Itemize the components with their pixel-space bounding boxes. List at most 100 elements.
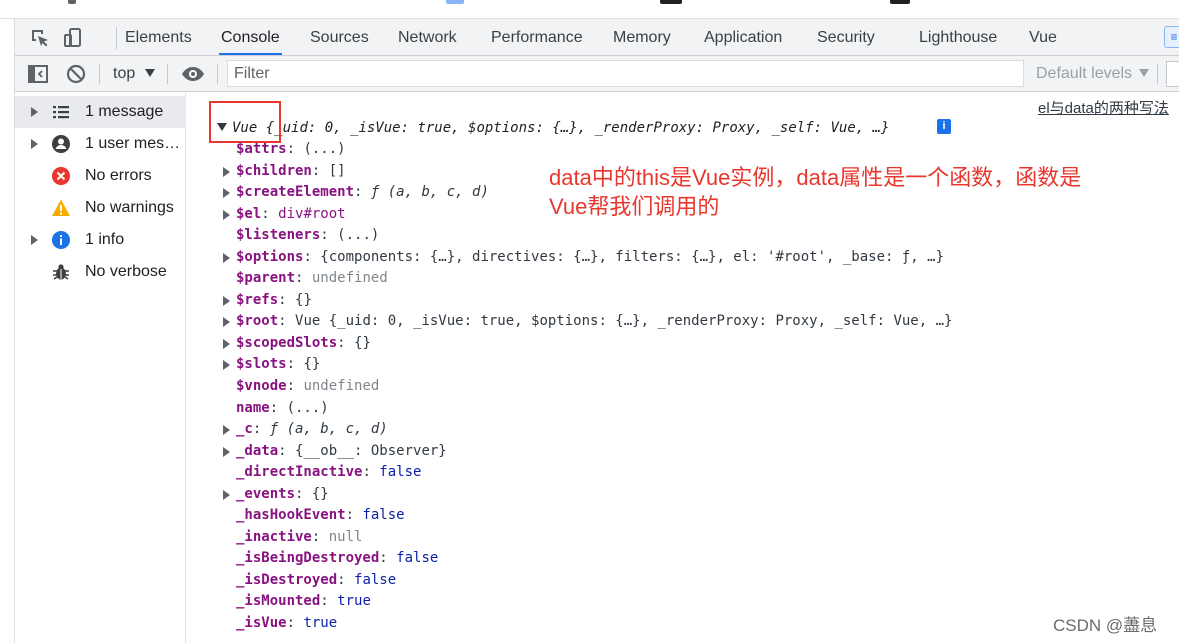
tab-application[interactable]: Application bbox=[702, 19, 784, 55]
annotation-line: data中的this是Vue实例，data属性是一个函数，函数是 bbox=[549, 165, 1082, 190]
property-row[interactable]: $listeners: (...) bbox=[236, 225, 379, 246]
tab-elements[interactable]: Elements bbox=[123, 19, 194, 55]
property-row[interactable]: _hasHookEvent: false bbox=[236, 505, 405, 526]
expand-arrow-icon[interactable] bbox=[223, 296, 230, 306]
highlight-box bbox=[209, 101, 281, 143]
toolbar-divider bbox=[217, 64, 218, 84]
sidebar-item-messages[interactable]: 1 message bbox=[15, 96, 186, 128]
property-row[interactable]: _isBeingDestroyed: false bbox=[236, 548, 438, 569]
sidebar-item-label: 1 info bbox=[85, 231, 125, 248]
sidebar-item-warnings[interactable]: No warnings bbox=[15, 192, 186, 224]
issues-badge-icon[interactable]: ≡ bbox=[1164, 26, 1179, 48]
expand-arrow-icon[interactable] bbox=[223, 360, 230, 370]
sidebar-item-label: 1 message bbox=[85, 103, 164, 120]
live-expression-eye-icon[interactable] bbox=[181, 63, 205, 85]
sidebar-item-user-messages[interactable]: 1 user mess... bbox=[15, 128, 186, 160]
property-row[interactable]: $refs: {} bbox=[223, 290, 312, 311]
bug-icon bbox=[53, 264, 69, 280]
log-levels-dropdown[interactable]: Default levels bbox=[1036, 56, 1132, 92]
property-row[interactable]: $slots: {} bbox=[223, 354, 320, 375]
cut-off-icon bbox=[890, 0, 910, 4]
chevron-down-icon[interactable] bbox=[145, 69, 155, 77]
property-row[interactable]: $el: div#root bbox=[223, 204, 346, 225]
property-row[interactable]: $options: {components: {…}, directives: … bbox=[223, 247, 944, 268]
expand-arrow-icon[interactable] bbox=[223, 425, 230, 435]
annotation-text: data中的this是Vue实例，data属性是一个函数，函数是 Vue帮我们调… bbox=[549, 163, 1149, 221]
expand-arrow-icon[interactable] bbox=[223, 490, 230, 500]
expand-arrow-icon[interactable] bbox=[223, 253, 230, 263]
annotation-line: Vue帮我们调用的 bbox=[549, 194, 720, 219]
filter-input[interactable] bbox=[227, 60, 1024, 87]
warning-icon bbox=[52, 199, 70, 216]
expand-arrow-icon[interactable] bbox=[223, 317, 230, 327]
sidebar-item-label: 1 user mess... bbox=[85, 135, 183, 152]
source-link[interactable]: el与data的两种写法 bbox=[1038, 97, 1169, 118]
property-row[interactable]: name: (...) bbox=[236, 398, 329, 419]
console-output: el与data的两种写法 Vue {_uid: 0, _isVue: true,… bbox=[187, 93, 1179, 643]
list-icon bbox=[53, 106, 69, 119]
property-row[interactable]: $children: [] bbox=[223, 161, 346, 182]
toolbar-divider bbox=[167, 64, 168, 84]
tab-security[interactable]: Security bbox=[815, 19, 877, 55]
settings-button[interactable] bbox=[1166, 61, 1179, 87]
sidebar-toggle-icon[interactable] bbox=[27, 63, 49, 85]
property-row[interactable]: $attrs: (...) bbox=[236, 139, 346, 160]
expand-arrow-icon[interactable] bbox=[223, 447, 230, 457]
sidebar-item-verbose[interactable]: No verbose bbox=[15, 256, 186, 288]
sidebar-item-info[interactable]: 1 info bbox=[15, 224, 186, 256]
context-selector[interactable]: top bbox=[113, 56, 135, 92]
expand-arrow-icon[interactable] bbox=[223, 339, 230, 349]
expand-arrow-icon[interactable] bbox=[223, 167, 230, 177]
page-left-edge bbox=[0, 19, 15, 643]
property-row[interactable]: _c: ƒ (a, b, c, d) bbox=[223, 419, 388, 440]
tab-performance[interactable]: Performance bbox=[489, 19, 585, 55]
expand-arrow-icon[interactable] bbox=[223, 188, 230, 198]
error-icon bbox=[52, 167, 70, 185]
property-row[interactable]: _data: {__ob__: Observer} bbox=[223, 441, 447, 462]
property-row[interactable]: $parent: undefined bbox=[236, 268, 388, 289]
tab-lighthouse[interactable]: Lighthouse bbox=[917, 19, 999, 55]
console-toolbar: top Default levels bbox=[15, 56, 1179, 92]
property-row[interactable]: $root: Vue {_uid: 0, _isVue: true, $opti… bbox=[223, 311, 952, 332]
tab-vue[interactable]: Vue bbox=[1027, 19, 1059, 55]
chevron-down-icon[interactable] bbox=[1139, 69, 1149, 77]
property-row[interactable]: _events: {} bbox=[223, 484, 329, 505]
property-row[interactable]: $scopedSlots: {} bbox=[223, 333, 371, 354]
sidebar-item-label: No errors bbox=[85, 167, 152, 184]
sidebar-item-label: No verbose bbox=[85, 263, 167, 280]
tab-console[interactable]: Console bbox=[219, 19, 282, 55]
user-icon bbox=[52, 135, 70, 153]
sidebar-item-label: No warnings bbox=[85, 199, 174, 216]
expand-arrow-icon[interactable] bbox=[31, 139, 38, 149]
device-toolbar-icon[interactable] bbox=[63, 27, 85, 49]
inspect-element-icon[interactable] bbox=[29, 27, 51, 49]
object-header-vue[interactable]: Vue {_uid: 0, _isVue: true, $options: {…… bbox=[217, 120, 889, 136]
info-icon[interactable]: i bbox=[937, 119, 951, 134]
tab-network[interactable]: Network bbox=[396, 19, 459, 55]
browser-top-strip bbox=[0, 0, 1179, 19]
watermark: CSDN @藎息 bbox=[1053, 616, 1158, 635]
cut-off-icon bbox=[660, 0, 682, 4]
expand-arrow-icon[interactable] bbox=[31, 235, 38, 245]
tab-memory[interactable]: Memory bbox=[611, 19, 673, 55]
object-summary: {_uid: 0, _isVue: true, $options: {…}, _… bbox=[265, 120, 890, 136]
property-row[interactable]: $vnode: undefined bbox=[236, 376, 379, 397]
property-row[interactable]: $createElement: ƒ (a, b, c, d) bbox=[223, 182, 489, 203]
devtools-tab-bar: Elements Console Sources Network Perform… bbox=[15, 19, 1179, 56]
expand-arrow-icon[interactable] bbox=[223, 210, 230, 220]
sidebar-item-errors[interactable]: No errors bbox=[15, 160, 186, 192]
property-row[interactable]: _inactive: null bbox=[236, 527, 362, 548]
expand-arrow-icon[interactable] bbox=[31, 107, 38, 117]
property-row[interactable]: _isDestroyed: false bbox=[236, 570, 396, 591]
toolbar-divider bbox=[99, 64, 100, 84]
property-row[interactable]: _isVue: true bbox=[236, 613, 337, 634]
toolbar-divider bbox=[116, 27, 117, 49]
cut-off-icon bbox=[68, 0, 76, 4]
property-row[interactable]: _isMounted: true bbox=[236, 591, 371, 612]
clear-console-icon[interactable] bbox=[65, 63, 87, 85]
tab-sources[interactable]: Sources bbox=[308, 19, 371, 55]
cut-off-icon bbox=[446, 0, 464, 4]
info-icon bbox=[52, 231, 70, 249]
property-row[interactable]: _directInactive: false bbox=[236, 462, 421, 483]
console-sidebar: 1 message 1 user mess... No errors No wa… bbox=[15, 93, 186, 643]
